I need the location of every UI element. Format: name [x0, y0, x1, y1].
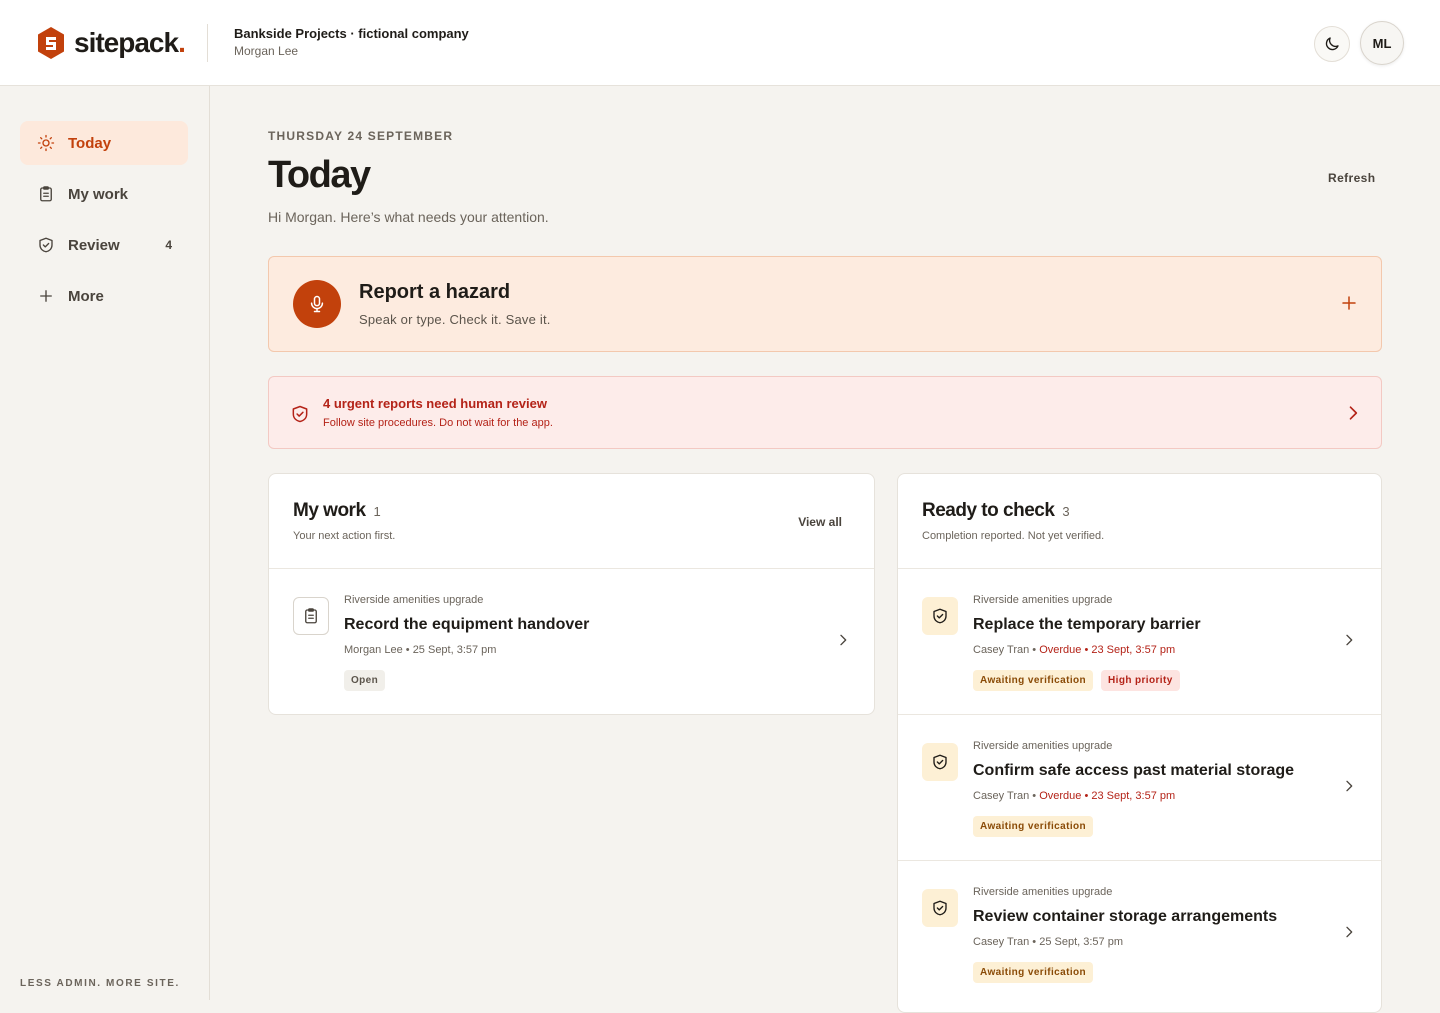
check-icon-tile	[922, 597, 958, 635]
report-hazard-title: Report a hazard	[359, 281, 511, 303]
organisation-info: Bankside Projects · fictional company Mo…	[234, 26, 469, 58]
shield-check-icon	[933, 900, 947, 916]
chevron-right-icon	[1346, 926, 1353, 938]
check-project: Riverside amenities upgrade	[973, 886, 1113, 898]
report-hazard-card[interactable]: Report a hazard Speak or type. Check it.…	[268, 256, 1382, 352]
sidebar-item-label: More	[68, 287, 104, 305]
check-tags: Awaiting verification	[973, 816, 1094, 837]
sidebar-item-label: Today	[68, 134, 112, 152]
check-title: Review container storage arrangements	[973, 908, 1278, 925]
check-meta: Casey Tran • 25 Sept, 3:57 pm	[973, 936, 1123, 948]
check-project: Riverside amenities upgrade	[973, 740, 1113, 752]
check-row[interactable]: Riverside amenities upgrade Replace the …	[898, 569, 1381, 715]
task-icon-tile	[293, 597, 329, 635]
sidebar-tagline: LESS ADMIN. MORE SITE.	[20, 978, 180, 989]
sun-icon	[36, 133, 56, 153]
task-title: Record the equipment handover	[344, 616, 590, 633]
header-divider	[207, 24, 208, 62]
alert-subtitle: Follow site procedures. Do not wait for …	[323, 417, 553, 429]
check-project: Riverside amenities upgrade	[973, 594, 1113, 606]
high-priority-badge: High priority	[1101, 670, 1180, 691]
hexagon-logo-icon	[38, 27, 64, 59]
task-meta: Morgan Lee • 25 Sept, 3:57 pm	[344, 644, 497, 656]
current-user-name: Morgan Lee	[234, 44, 299, 58]
overdue-label: Overdue • 23 Sept, 3:57 pm	[1039, 790, 1176, 802]
sidebar-item-review[interactable]: Review 4	[20, 223, 188, 267]
greeting-text: Hi Morgan. Here’s what needs your attent…	[268, 209, 549, 225]
card-subtitle: Your next action first.	[293, 530, 396, 542]
microphone-icon	[310, 295, 324, 313]
ready-to-check-card: Ready to check 3 Completion reported. Not…	[897, 473, 1382, 1013]
urgent-review-alert[interactable]: 4 urgent reports need human review Follo…	[268, 376, 1382, 449]
check-title: Confirm safe access past material storag…	[973, 762, 1295, 779]
shield-check-icon	[933, 754, 947, 770]
plus-icon	[1342, 296, 1356, 310]
report-hazard-subtitle: Speak or type. Check it. Save it.	[359, 312, 551, 327]
moon-icon	[1325, 37, 1339, 51]
sidebar-item-label: Review	[68, 236, 120, 254]
card-header: My work 1 Your next action first. View al…	[269, 474, 874, 569]
task-row[interactable]: Riverside amenities upgrade Record the e…	[269, 569, 874, 714]
check-row[interactable]: Riverside amenities upgrade Review conta…	[898, 861, 1381, 1007]
card-title: My work 1	[293, 500, 381, 521]
card-count: 3	[1062, 504, 1070, 519]
page-title: Today	[268, 154, 371, 196]
awaiting-verification-badge: Awaiting verification	[973, 962, 1094, 983]
check-meta: Casey Tran • Overdue • 23 Sept, 3:57 pm	[973, 644, 1176, 656]
check-icon-tile	[922, 743, 958, 781]
my-work-card: My work 1 Your next action first. View al…	[268, 473, 875, 715]
sidebar-item-my-work[interactable]: My work	[20, 172, 188, 216]
check-meta: Casey Tran • Overdue • 23 Sept, 3:57 pm	[973, 790, 1176, 802]
clipboard-icon	[305, 608, 317, 624]
check-icon-tile	[922, 889, 958, 927]
chevron-right-icon	[1349, 406, 1358, 420]
add-hazard-button[interactable]	[1337, 291, 1361, 315]
sidebar-item-more[interactable]: More	[20, 274, 188, 318]
sitepack-logo[interactable]: sitepack.	[36, 26, 186, 60]
chevron-right-icon	[840, 634, 847, 646]
chevron-right-icon	[1346, 780, 1353, 792]
sidebar-item-today[interactable]: Today	[20, 121, 188, 165]
plus-icon	[36, 286, 56, 306]
microphone-button[interactable]	[293, 280, 341, 328]
task-project: Riverside amenities upgrade	[344, 594, 484, 606]
top-bar: sitepack. Bankside Projects · fictional …	[0, 0, 1440, 86]
card-header: Ready to check 3 Completion reported. Not…	[898, 474, 1381, 569]
card-count: 1	[373, 504, 381, 519]
shield-check-icon	[933, 608, 947, 624]
alert-title: 4 urgent reports need human review	[323, 396, 547, 411]
task-tags: Open	[344, 670, 386, 691]
awaiting-verification-badge: Awaiting verification	[973, 670, 1094, 691]
check-row[interactable]: Riverside amenities upgrade Confirm safe…	[898, 715, 1381, 861]
check-tags: Awaiting verification	[973, 962, 1094, 983]
card-subtitle: Completion reported. Not yet verified.	[922, 530, 1105, 542]
overdue-label: Overdue • 23 Sept, 3:57 pm	[1039, 644, 1176, 656]
check-tags: Awaiting verification High priority	[973, 670, 1180, 691]
shield-check-icon	[292, 405, 308, 423]
status-badge: Open	[344, 670, 386, 691]
logo-text: sitepack.	[74, 27, 186, 58]
awaiting-verification-badge: Awaiting verification	[973, 816, 1094, 837]
shield-check-icon	[36, 235, 56, 255]
view-all-link[interactable]: View all	[798, 515, 842, 529]
check-title: Replace the temporary barrier	[973, 616, 1201, 633]
organisation-name: Bankside Projects · fictional company	[234, 26, 469, 41]
sidebar: Today My work Review 4 More LESS ADMIN. …	[0, 86, 210, 1000]
theme-toggle-button[interactable]	[1314, 26, 1350, 62]
chevron-right-icon	[1346, 634, 1353, 646]
user-avatar-button[interactable]: ML	[1360, 21, 1404, 65]
sidebar-item-label: My work	[68, 185, 129, 203]
refresh-button[interactable]: Refresh	[1328, 171, 1375, 185]
review-count-badge: 4	[165, 238, 172, 252]
clipboard-icon	[36, 184, 56, 204]
date-label: THURSDAY 24 SEPTEMBER	[268, 129, 454, 143]
card-title: Ready to check 3	[922, 500, 1070, 521]
